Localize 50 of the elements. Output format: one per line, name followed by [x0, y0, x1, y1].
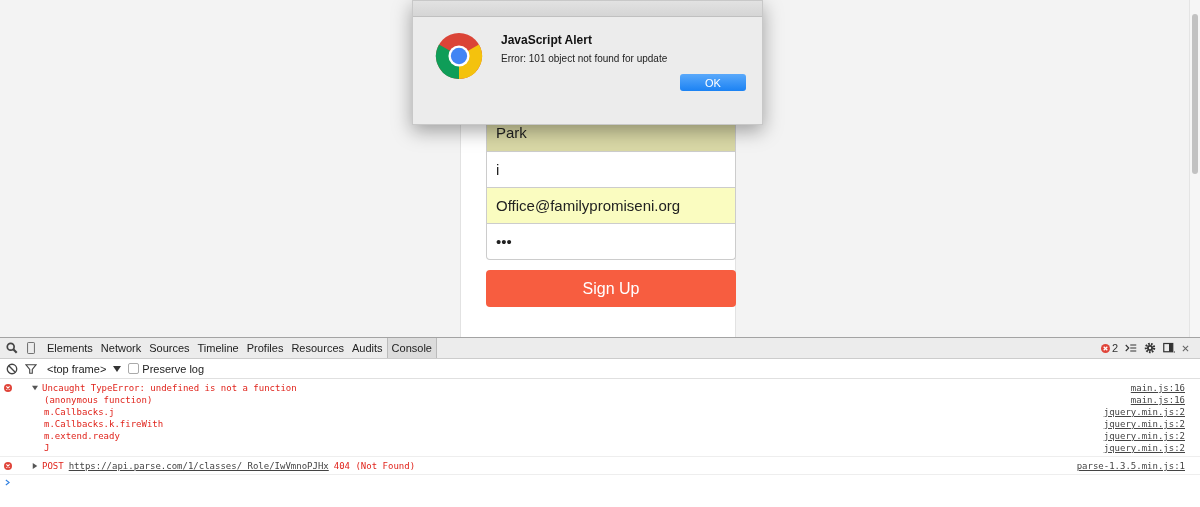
frame-selector[interactable]: <top frame> [47, 362, 107, 375]
source-link[interactable]: jquery.min.js:2 [1103, 407, 1185, 417]
alert-title: JavaScript Alert [501, 33, 593, 47]
scrollbar[interactable] [1189, 0, 1200, 337]
source-link[interactable]: main.js:16 [1130, 395, 1185, 405]
clear-console-icon[interactable] [6, 362, 18, 375]
source-link[interactable]: main.js:16 [1130, 383, 1185, 393]
chrome-logo-icon [435, 32, 483, 80]
disclosure-triangle-icon[interactable] [32, 385, 38, 391]
dock-icon[interactable] [1163, 342, 1175, 354]
devtools-tab[interactable]: Sources [145, 338, 194, 358]
error-message: 404 (Not Found) [333, 461, 416, 471]
source-link[interactable]: jquery.min.js:2 [1103, 443, 1185, 453]
devtools-tab[interactable]: Profiles [242, 338, 288, 358]
stack-frame: m.Callbacks.k.fireWith [44, 419, 164, 429]
filter-icon[interactable] [25, 362, 37, 375]
error-icon[interactable] [1100, 343, 1110, 353]
alert-message: Error: 101 object not found for update [501, 53, 668, 64]
devtools-tab[interactable]: Elements [43, 338, 97, 358]
input-field[interactable]: ••• [486, 224, 736, 260]
stack-frame: (anonymous function) [44, 395, 153, 405]
devtools-tab[interactable]: Timeline [193, 338, 243, 358]
error-message: Uncaught TypeError: undefined is not a function [42, 383, 297, 393]
devtools-tab[interactable]: Network [96, 338, 146, 358]
error-icon [4, 462, 12, 470]
stack-frame: m.extend.ready [44, 431, 120, 441]
stack-frame: J [44, 443, 50, 453]
input-field[interactable]: Office@familypromiseni.org [486, 188, 736, 224]
error-count[interactable]: 2 [1111, 342, 1118, 354]
checkbox[interactable] [128, 363, 140, 374]
source-link[interactable]: jquery.min.js:2 [1103, 431, 1185, 441]
console-prompt-icon[interactable] [5, 479, 10, 486]
devtools-tab[interactable]: Resources [287, 338, 348, 358]
error-icon [4, 384, 12, 392]
input-field[interactable]: i [486, 152, 736, 188]
mobile-device-icon[interactable] [25, 342, 37, 354]
drawer-icon[interactable] [1125, 342, 1137, 354]
settings-icon[interactable] [1144, 342, 1156, 354]
request-url-link[interactable]: https://api.parse.com/1/classes/_Role/IwVmnoPJHx [68, 461, 329, 471]
source-link[interactable]: jquery.min.js:2 [1103, 419, 1185, 429]
checkbox-label: Preserve log [142, 362, 205, 375]
devtools-tab[interactable]: Console [386, 338, 437, 358]
devtools-tab[interactable]: Audits [348, 338, 387, 358]
source-link[interactable]: parse-1.3.5.min.js:1 [1076, 461, 1185, 471]
dropdown-arrow-icon[interactable] [113, 365, 122, 372]
http-method: POST [42, 461, 64, 471]
disclosure-triangle-icon[interactable] [32, 463, 38, 469]
close-icon[interactable] [1182, 344, 1189, 352]
stack-frame: m.Callbacks.j [44, 407, 115, 417]
search-icon[interactable] [6, 342, 18, 354]
